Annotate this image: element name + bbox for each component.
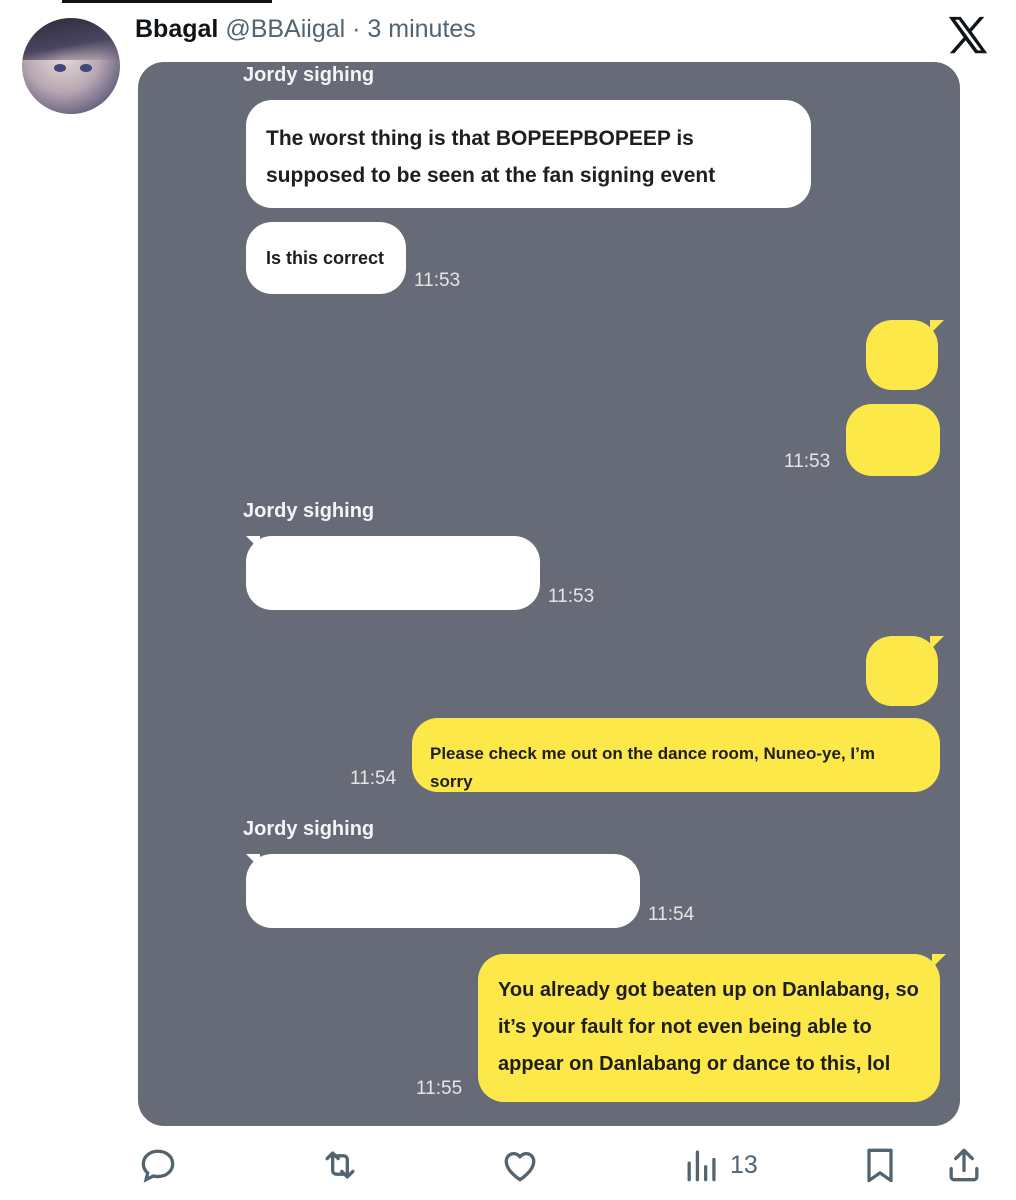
sent-message [866, 320, 938, 390]
message-time: 11:53 [784, 451, 831, 472]
share-icon [949, 1148, 979, 1182]
message-time: 11:53 [414, 270, 461, 291]
sent-message [846, 404, 940, 476]
bookmark-button[interactable] [858, 1140, 902, 1190]
sent-message: You already got beaten up on Danlabang, … [478, 954, 940, 1102]
sent-message: Please check me out on the dance room, N… [412, 718, 940, 792]
sender-name: Jordy sighing [243, 64, 375, 86]
views-count: 13 [730, 1150, 758, 1179]
repost-button[interactable] [318, 1140, 362, 1190]
sent-message [866, 636, 938, 706]
like-button[interactable] [498, 1140, 542, 1190]
message-time: 11:54 [350, 768, 397, 789]
avatar[interactable] [22, 18, 120, 114]
x-logo-icon[interactable] [945, 14, 991, 60]
received-message [246, 854, 640, 928]
heart-icon [504, 1152, 536, 1182]
post-time[interactable]: 3 minutes [367, 15, 475, 43]
bubble-tail [932, 954, 946, 968]
views-button[interactable]: 13 [680, 1140, 758, 1190]
repost-icon [325, 1151, 355, 1179]
message-time: 11:54 [648, 904, 695, 925]
post-actions: 13 [0, 1140, 1016, 1190]
sender-name: Jordy sighing [243, 500, 375, 522]
bar-chart-icon [687, 1150, 716, 1182]
reply-button[interactable] [136, 1140, 180, 1190]
received-message: Is this correct [246, 222, 406, 294]
separator: · [352, 15, 361, 43]
author-name[interactable]: Bbagal [135, 15, 218, 43]
sender-name: Jordy sighing [243, 818, 375, 840]
received-message: The worst thing is that BOPEEPBOPEEP is … [246, 100, 811, 208]
message-time: 11:55 [416, 1078, 463, 1099]
bookmark-icon [867, 1148, 893, 1183]
top-divider [62, 0, 272, 3]
share-button[interactable] [942, 1140, 986, 1190]
post-header: Bbagal @BBAiigal · 3 minutes [135, 14, 476, 44]
author-handle[interactable]: @BBAiigal [225, 15, 345, 43]
received-message [246, 536, 540, 610]
speech-bubble-icon [141, 1149, 175, 1183]
bubble-tail [930, 636, 944, 650]
bubble-tail [930, 320, 944, 334]
message-time: 11:53 [548, 586, 595, 607]
chat-screenshot: Jordy sighing The worst thing is that BO… [138, 62, 960, 1126]
